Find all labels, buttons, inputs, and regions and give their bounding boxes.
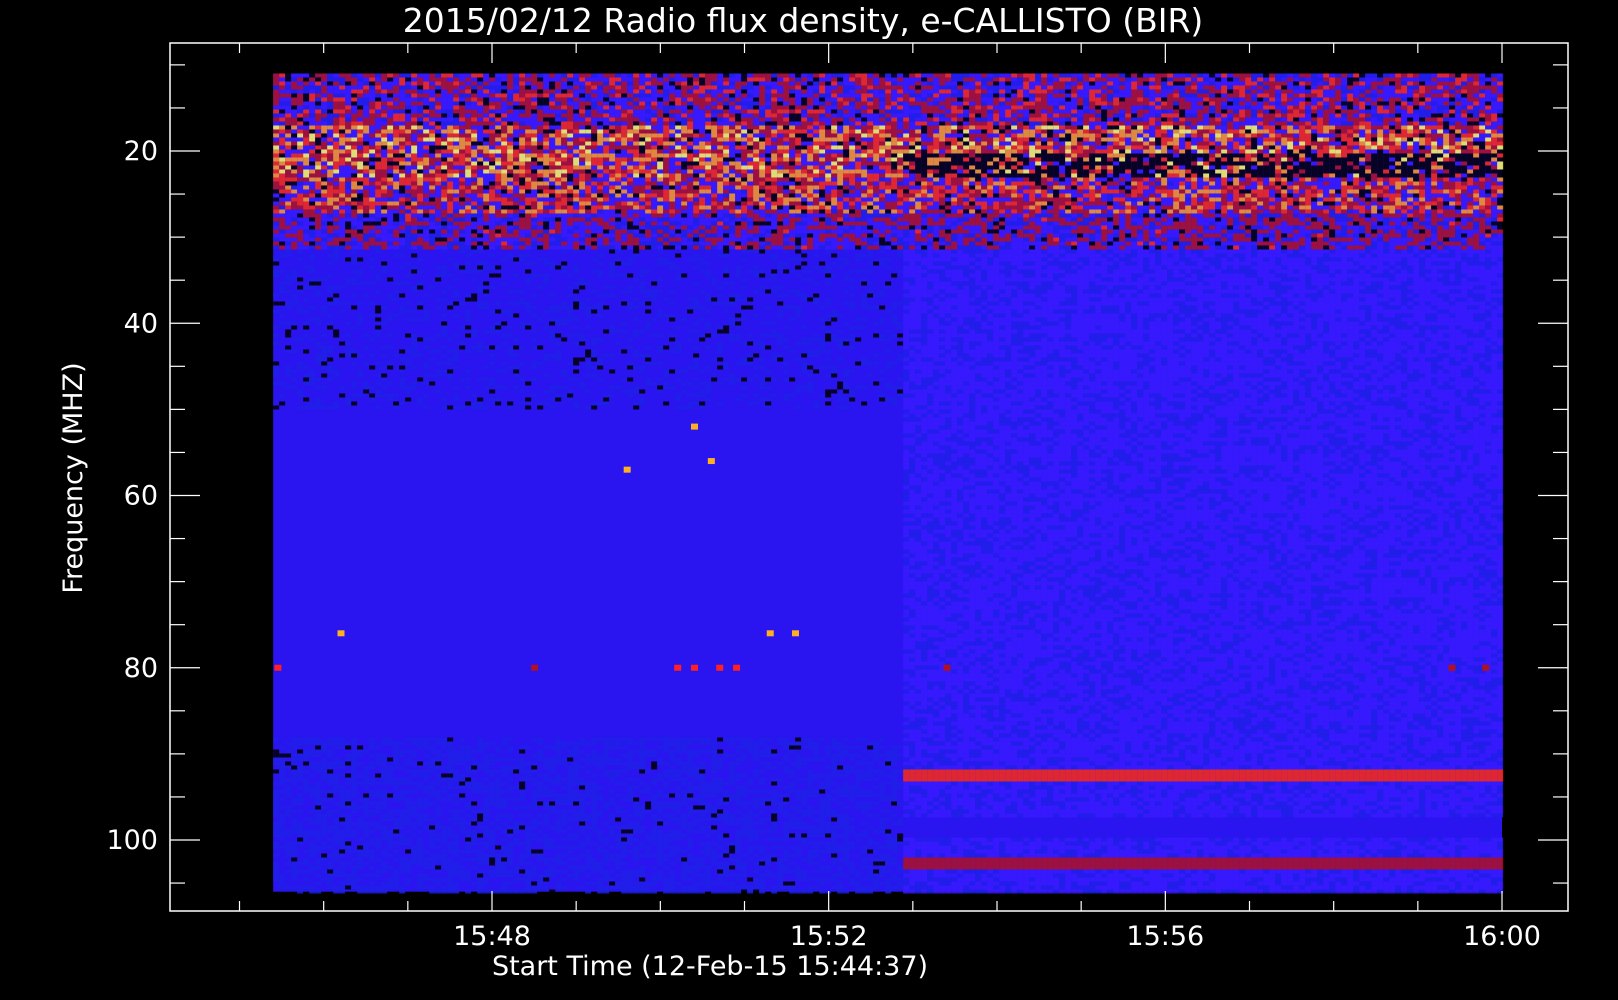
burst-spot	[943, 664, 951, 671]
x-tick-label: 15:52	[790, 921, 868, 952]
burst-spot	[531, 664, 539, 671]
x-tick-label: 15:56	[1126, 921, 1204, 952]
burst-spot	[337, 630, 345, 637]
chart-title: 2015/02/12 Radio flux density, e-CALLIST…	[403, 1, 1204, 40]
burst-spot	[733, 664, 741, 671]
y-tick-label: 20	[124, 136, 158, 167]
y-tick-label: 40	[124, 308, 158, 339]
y-tick-label: 60	[124, 481, 158, 512]
y-axis-label: Frequency (MHZ)	[58, 362, 89, 593]
burst-spot	[623, 466, 631, 473]
burst-spot	[707, 458, 715, 465]
burst-spot	[691, 423, 698, 430]
burst-spot	[691, 664, 698, 671]
x-tick-label: 15:48	[453, 921, 531, 952]
y-tick-label: 80	[124, 653, 158, 684]
burst-spot	[1482, 664, 1490, 671]
burst-spot	[792, 630, 799, 637]
spectrogram-chart: 2015/02/12 Radio flux density, e-CALLIST…	[58, 1, 1569, 982]
spectrogram-image	[273, 73, 1504, 894]
x-tick-label: 16:00	[1463, 921, 1541, 952]
burst-spot	[766, 630, 774, 637]
burst-spot	[716, 664, 724, 671]
y-tick-label: 100	[106, 825, 158, 856]
burst-spot	[274, 664, 282, 671]
x-axis-label: Start Time (12-Feb-15 15:44:37)	[492, 951, 928, 982]
burst-spot	[674, 664, 682, 671]
burst-spot	[1448, 664, 1456, 671]
